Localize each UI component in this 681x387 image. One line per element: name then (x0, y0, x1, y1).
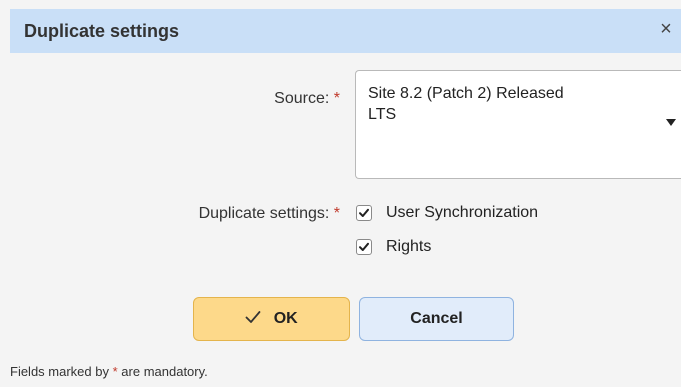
check-icon (245, 310, 261, 323)
source-value-line2: LTS (368, 106, 397, 123)
footer-required-mark: * (112, 364, 118, 379)
ok-button[interactable]: OK (193, 297, 350, 341)
rights-label: Rights (386, 238, 432, 255)
source-select[interactable]: Site 8.2 (Patch 2) Released LTS (355, 70, 681, 179)
user-synchronization-checkbox[interactable] (356, 205, 372, 221)
user-synchronization-label: User Synchronization (386, 204, 539, 221)
footer-prefix: Fields marked by (10, 364, 109, 379)
duplicate-settings-label: Duplicate settings: * (120, 205, 340, 223)
cancel-button-label: Cancel (410, 310, 463, 327)
ok-button-label: OK (273, 310, 298, 327)
rights-checkbox[interactable] (356, 239, 372, 255)
checkmark-icon (359, 208, 369, 217)
source-label: Source: * (200, 90, 340, 108)
source-value-line1: Site 8.2 (Patch 2) Released (368, 85, 564, 102)
close-icon[interactable]: × (655, 17, 677, 41)
checkmark-icon (359, 242, 369, 251)
cancel-button[interactable]: Cancel (359, 297, 514, 341)
duplicate-settings-label-text: Duplicate settings: (198, 205, 330, 222)
dropdown-arrow-icon (666, 119, 676, 126)
mandatory-fields-note: Fields marked by * are mandatory. (10, 364, 208, 379)
footer-suffix: are mandatory. (121, 364, 208, 379)
dialog-title: Duplicate settings (24, 21, 180, 41)
source-label-text: Source: (274, 90, 330, 107)
duplicate-settings-dialog: Duplicate settings × Source: * Site 8.2 … (0, 0, 681, 387)
dialog-titlebar: Duplicate settings × (10, 9, 681, 53)
source-select-value: Site 8.2 (Patch 2) Released LTS (368, 83, 638, 125)
duplicate-required-mark: * (333, 205, 340, 222)
source-required-mark: * (333, 90, 340, 107)
